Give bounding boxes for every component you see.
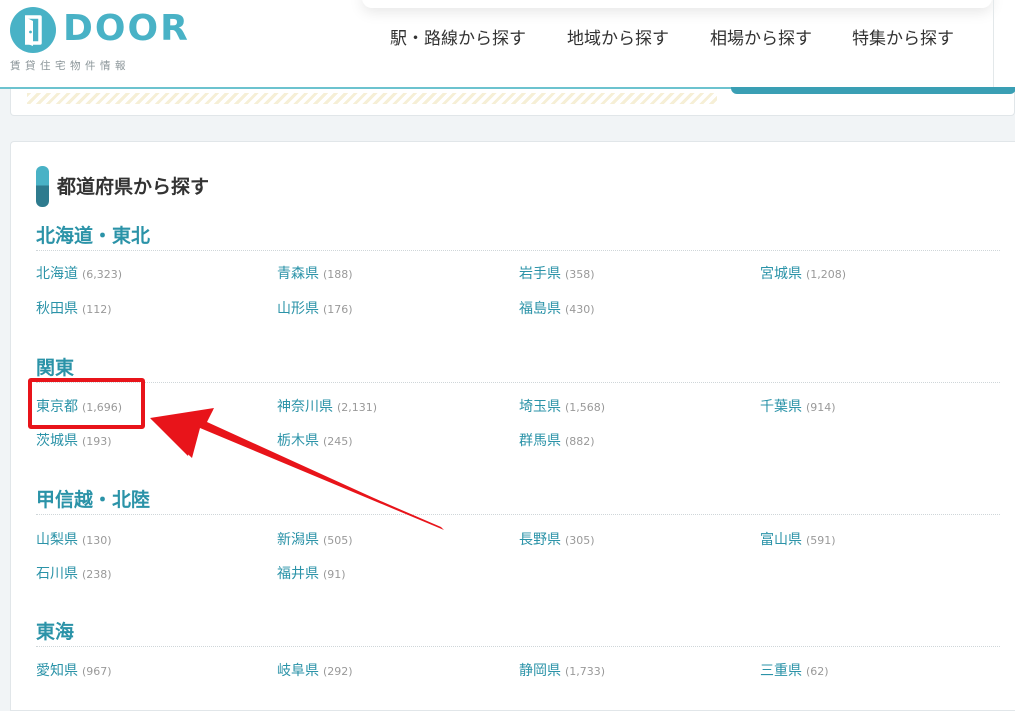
logo-text[interactable]: DOOR	[63, 7, 190, 51]
pref-count: (2,131)	[337, 401, 378, 414]
pref-link-saitama[interactable]: 埼玉県 (1,568)	[519, 396, 605, 416]
pref-name: 岐阜県	[277, 663, 319, 679]
nav-market-price[interactable]: 相場から探す	[710, 27, 812, 51]
search-button-edge[interactable]	[731, 87, 1015, 94]
pref-link-niigata[interactable]: 新潟県 (505)	[277, 529, 353, 549]
region-divider	[36, 382, 1000, 383]
pref-count: (6,323)	[82, 268, 123, 281]
nav-feature[interactable]: 特集から探す	[852, 27, 954, 51]
pref-name: 山梨県	[36, 532, 78, 548]
pref-name: 茨城県	[36, 433, 78, 449]
nav-station-route[interactable]: 駅・路線から探す	[390, 27, 526, 51]
region-title-tokai: 東海	[36, 621, 75, 643]
pref-name: 栃木県	[277, 433, 319, 449]
logo-subtitle: 賃貸住宅物件情報	[10, 60, 130, 72]
pref-name: 群馬県	[519, 433, 561, 449]
pref-count: (193)	[82, 435, 112, 448]
pref-link-shizuoka[interactable]: 静岡県 (1,733)	[519, 660, 605, 680]
search-panel-bottom	[10, 87, 1015, 116]
pref-count: (292)	[323, 665, 353, 678]
pref-link-akita[interactable]: 秋田県 (112)	[36, 298, 112, 318]
pref-count: (245)	[323, 435, 353, 448]
pref-link-yamagata[interactable]: 山形県 (176)	[277, 298, 353, 318]
pref-count: (305)	[565, 534, 595, 547]
header-divider	[993, 0, 994, 87]
door-logo-icon[interactable]	[9, 6, 57, 54]
pref-link-gifu[interactable]: 岐阜県 (292)	[277, 660, 353, 680]
pref-count: (967)	[82, 665, 112, 678]
highlight-box	[28, 378, 145, 429]
pref-count: (1,208)	[806, 268, 847, 281]
region-title-hokkaido-tohoku: 北海道・東北	[36, 225, 151, 247]
pref-count: (591)	[806, 534, 836, 547]
pref-link-toyama[interactable]: 富山県 (591)	[760, 529, 836, 549]
pref-name: 静岡県	[519, 663, 561, 679]
pref-link-miyagi[interactable]: 宮城県 (1,208)	[760, 263, 846, 283]
pref-name: 埼玉県	[519, 399, 561, 415]
pref-link-hokkaido[interactable]: 北海道 (6,323)	[36, 263, 122, 283]
section-marker-icon	[36, 166, 49, 207]
pref-link-gunma[interactable]: 群馬県 (882)	[519, 430, 595, 450]
hatch-decoration	[27, 93, 717, 104]
pref-count: (238)	[82, 568, 112, 581]
pref-count: (1,733)	[565, 665, 606, 678]
pref-link-ishikawa[interactable]: 石川県 (238)	[36, 563, 112, 583]
pref-count: (882)	[565, 435, 595, 448]
pref-count: (176)	[323, 303, 353, 316]
region-divider	[36, 646, 1000, 647]
pref-count: (112)	[82, 303, 112, 316]
pref-name: 富山県	[760, 532, 802, 548]
pref-name: 青森県	[277, 266, 319, 282]
pref-link-fukushima[interactable]: 福島県 (430)	[519, 298, 595, 318]
pref-name: 神奈川県	[277, 399, 333, 415]
pref-name: 愛知県	[36, 663, 78, 679]
pref-name: 岩手県	[519, 266, 561, 282]
pref-link-fukui[interactable]: 福井県 (91)	[277, 563, 346, 583]
pref-link-chiba[interactable]: 千葉県 (914)	[760, 396, 836, 416]
section-title: 都道府県から探す	[57, 176, 210, 198]
pref-name: 新潟県	[277, 532, 319, 548]
pref-link-iwate[interactable]: 岩手県 (358)	[519, 263, 595, 283]
region-divider	[36, 514, 1000, 515]
pref-count: (130)	[82, 534, 112, 547]
pref-link-mie[interactable]: 三重県 (62)	[760, 660, 829, 680]
pref-count: (914)	[806, 401, 836, 414]
prefecture-search-card	[10, 141, 1015, 711]
pref-count: (358)	[565, 268, 595, 281]
pref-link-aomori[interactable]: 青森県 (188)	[277, 263, 353, 283]
pref-link-yamanashi[interactable]: 山梨県 (130)	[36, 529, 112, 549]
nav-area[interactable]: 地域から探す	[567, 27, 669, 51]
pref-name: 山形県	[277, 301, 319, 317]
pref-name: 福島県	[519, 301, 561, 317]
pref-link-aichi[interactable]: 愛知県 (967)	[36, 660, 112, 680]
region-title-koshinetsu-hokuriku: 甲信越・北陸	[36, 489, 151, 511]
pref-name: 長野県	[519, 532, 561, 548]
pref-name: 石川県	[36, 566, 78, 582]
pref-name: 宮城県	[760, 266, 802, 282]
pref-name: 秋田県	[36, 301, 78, 317]
region-divider	[36, 250, 1000, 251]
pref-count: (1,568)	[565, 401, 606, 414]
pref-name: 千葉県	[760, 399, 802, 415]
pref-count: (91)	[323, 568, 346, 581]
pref-link-tochigi[interactable]: 栃木県 (245)	[277, 430, 353, 450]
pref-count: (188)	[323, 268, 353, 281]
pref-name: 三重県	[760, 663, 802, 679]
pref-link-kanagawa[interactable]: 神奈川県 (2,131)	[277, 396, 377, 416]
pref-link-ibaraki[interactable]: 茨城県 (193)	[36, 430, 112, 450]
pref-count: (430)	[565, 303, 595, 316]
pref-name: 福井県	[277, 566, 319, 582]
nav-shadow	[362, 0, 992, 8]
pref-link-nagano[interactable]: 長野県 (305)	[519, 529, 595, 549]
pref-count: (62)	[806, 665, 829, 678]
pref-name: 北海道	[36, 266, 78, 282]
pref-count: (505)	[323, 534, 353, 547]
